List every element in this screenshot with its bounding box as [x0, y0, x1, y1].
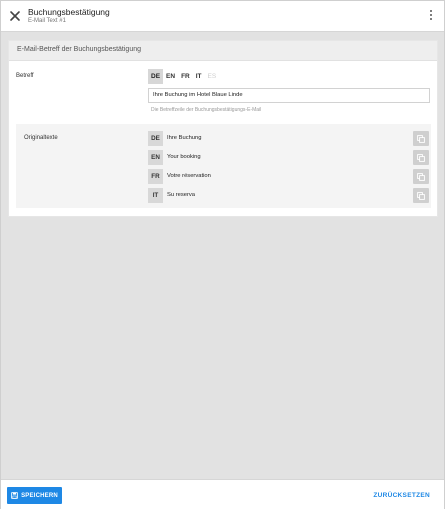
- language-code-badge: IT: [148, 188, 163, 203]
- reset-button[interactable]: ZURÜCKSETZEN: [373, 492, 430, 499]
- bottom-bar: SPEICHERN ZURÜCKSETZEN: [1, 479, 444, 509]
- original-text-row: FR Votre réservation: [148, 169, 431, 184]
- copy-icon: [417, 172, 425, 181]
- tab-language-en[interactable]: EN: [163, 69, 178, 84]
- copy-icon: [417, 191, 425, 200]
- tab-language-fr[interactable]: FR: [178, 69, 193, 84]
- subject-label: Betreff: [16, 73, 34, 79]
- tab-language-de[interactable]: DE: [148, 69, 164, 84]
- more-menu-button[interactable]: [428, 10, 434, 24]
- card-title: E-Mail-Betreff der Buchungsbestätigung: [9, 41, 437, 61]
- more-vertical-icon-dot: [429, 13, 433, 17]
- window: Buchungsbestätigung E-Mail Text #1 E-Mai…: [0, 0, 445, 509]
- save-button-label: SPEICHERN: [21, 492, 58, 499]
- language-code-badge: EN: [148, 150, 163, 165]
- language-code-badge: FR: [148, 169, 163, 184]
- top-bar: Buchungsbestätigung E-Mail Text #1: [1, 1, 444, 32]
- tab-language-es[interactable]: ES: [205, 69, 220, 84]
- copy-button[interactable]: [413, 169, 429, 184]
- copy-icon: [417, 134, 425, 143]
- language-code-badge: DE: [148, 131, 163, 146]
- subject-hint: Die Betreffzeile der Buchungsbestätigung…: [151, 107, 262, 113]
- copy-button[interactable]: [413, 150, 429, 165]
- close-icon: [10, 11, 20, 21]
- copy-button[interactable]: [413, 131, 429, 146]
- page-title: Buchungsbestätigung: [28, 7, 110, 17]
- subject-card: E-Mail-Betreff der Buchungsbestätigung B…: [9, 41, 437, 216]
- save-icon: [11, 492, 18, 499]
- copy-button[interactable]: [413, 188, 429, 203]
- more-vertical-icon: [429, 10, 433, 13]
- more-vertical-icon-dot: [429, 17, 433, 21]
- original-texts-label: Originaltexte: [24, 135, 58, 141]
- page-subtitle: E-Mail Text #1: [28, 18, 66, 24]
- subject-input[interactable]: Ihre Buchung im Hotel Blaue Linde: [148, 88, 430, 103]
- save-button[interactable]: SPEICHERN: [7, 487, 62, 504]
- original-texts-panel: Originaltexte DE Ihre Buchung EN Your bo…: [16, 124, 431, 208]
- original-text: Ihre Buchung: [167, 135, 202, 141]
- original-text: Votre réservation: [167, 173, 211, 179]
- copy-icon: [417, 153, 425, 162]
- language-tabs: DE EN FR IT ES: [148, 69, 219, 84]
- original-text: Your booking: [167, 154, 201, 160]
- original-text-row: DE Ihre Buchung: [148, 131, 431, 146]
- original-text-row: IT Su reserva: [148, 188, 431, 203]
- close-button[interactable]: [7, 8, 23, 24]
- tab-language-it[interactable]: IT: [193, 69, 205, 84]
- original-text-row: EN Your booking: [148, 150, 431, 165]
- original-text: Su reserva: [167, 192, 196, 198]
